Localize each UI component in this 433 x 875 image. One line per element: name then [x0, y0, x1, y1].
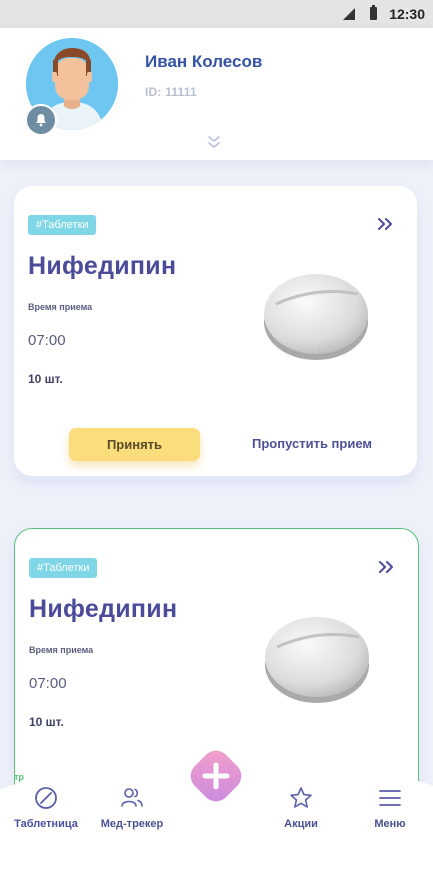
drug-name: Нифедипин	[29, 595, 178, 623]
pill-icon	[35, 787, 57, 809]
battery-icon	[370, 5, 377, 20]
medication-card[interactable]: #Таблетки Нифедипин Время приема 07:00 1…	[14, 186, 417, 476]
plus-icon	[190, 750, 242, 802]
nav-label: Таблетница	[14, 818, 78, 830]
intake-time-label: Время приема	[29, 645, 94, 655]
nav-item-promotions[interactable]: Акции	[261, 786, 341, 830]
double-chevron-right-icon[interactable]	[378, 560, 396, 579]
star-icon	[290, 787, 312, 808]
drug-name: Нифедипин	[28, 252, 177, 280]
nav-item-menu[interactable]: Меню	[350, 786, 430, 830]
user-id: ID: 11111	[145, 85, 197, 99]
pill-quantity: 10 шт.	[29, 715, 64, 729]
take-button[interactable]: Принять	[69, 428, 200, 461]
pill-image	[262, 264, 372, 364]
pill-image	[263, 607, 373, 707]
profile-header: Иван Колесов ID: 11111	[0, 28, 433, 160]
category-tag[interactable]: #Таблетки	[28, 215, 97, 235]
signal-icon	[343, 8, 355, 20]
skip-intake-link[interactable]: Пропустить прием	[252, 436, 372, 451]
bell-icon[interactable]	[25, 104, 57, 136]
intake-time-label: Время приема	[28, 302, 93, 312]
pill-quantity: 10 шт.	[28, 372, 63, 386]
status-time: 12:30	[389, 6, 425, 22]
intake-time: 07:00	[28, 332, 66, 349]
nav-label: Меню	[374, 818, 406, 830]
nav-label: Акции	[284, 818, 318, 830]
user-name: Иван Колесов	[145, 52, 263, 71]
nav-item-pillbox[interactable]: Таблетница	[6, 786, 86, 830]
intake-time: 07:00	[29, 675, 67, 692]
users-icon	[121, 788, 143, 807]
nav-item-med-tracker[interactable]: Мед-трекер	[92, 786, 172, 830]
nav-label: Мед-трекер	[100, 818, 164, 830]
double-chevron-down-icon[interactable]	[206, 134, 222, 155]
menu-icon	[379, 790, 401, 806]
add-button[interactable]	[185, 745, 247, 807]
double-chevron-right-icon[interactable]	[377, 217, 395, 236]
category-tag[interactable]: #Таблетки	[29, 558, 98, 578]
status-bar: 12:30	[0, 0, 433, 28]
